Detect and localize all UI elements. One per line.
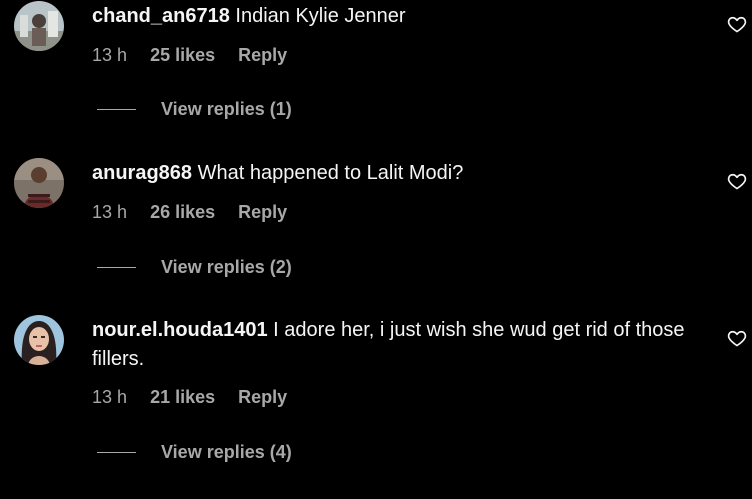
view-replies-label: View replies (4): [161, 442, 292, 462]
comment-likes[interactable]: 26 likes: [150, 202, 215, 222]
divider: [97, 452, 136, 453]
view-replies-label: View replies (2): [161, 257, 292, 277]
divider: [97, 109, 136, 110]
heart-outline-icon[interactable]: [727, 328, 747, 348]
comment-body: Indian Kylie Jenner: [235, 5, 406, 27]
avatar[interactable]: [14, 315, 64, 365]
comment-meta: 13 h 21 likes Reply: [92, 387, 305, 408]
avatar[interactable]: [14, 1, 64, 51]
view-replies-label: View replies (1): [161, 99, 292, 119]
reply-button[interactable]: Reply: [238, 45, 287, 65]
heart-outline-icon[interactable]: [727, 171, 747, 191]
view-replies-button[interactable]: View replies (1): [97, 99, 292, 120]
view-replies-button[interactable]: View replies (2): [97, 257, 292, 278]
comment-text: nour.el.houda1401 I adore her, i just wi…: [92, 316, 692, 374]
reply-button[interactable]: Reply: [238, 202, 287, 222]
comment-likes[interactable]: 25 likes: [150, 45, 215, 65]
comment-text: chand_an6718 Indian Kylie Jenner: [92, 2, 692, 31]
comment-timestamp: 13 h: [92, 387, 128, 407]
avatar[interactable]: [14, 158, 64, 208]
reply-button[interactable]: Reply: [238, 387, 287, 407]
comment-meta: 13 h 25 likes Reply: [92, 45, 305, 66]
comment-meta: 13 h 26 likes Reply: [92, 202, 305, 223]
view-replies-button[interactable]: View replies (4): [97, 442, 292, 463]
comment-username[interactable]: anurag868: [92, 162, 192, 184]
comment-body: What happened to Lalit Modi?: [197, 162, 464, 184]
comment-likes[interactable]: 21 likes: [150, 387, 215, 407]
comment-text: anurag868 What happened to Lalit Modi?: [92, 159, 692, 188]
comment-timestamp: 13 h: [92, 202, 128, 222]
heart-outline-icon[interactable]: [727, 14, 747, 34]
divider: [97, 267, 136, 268]
comment-username[interactable]: nour.el.houda1401: [92, 319, 268, 341]
comment-timestamp: 13 h: [92, 45, 128, 65]
comment-username[interactable]: chand_an6718: [92, 5, 230, 27]
